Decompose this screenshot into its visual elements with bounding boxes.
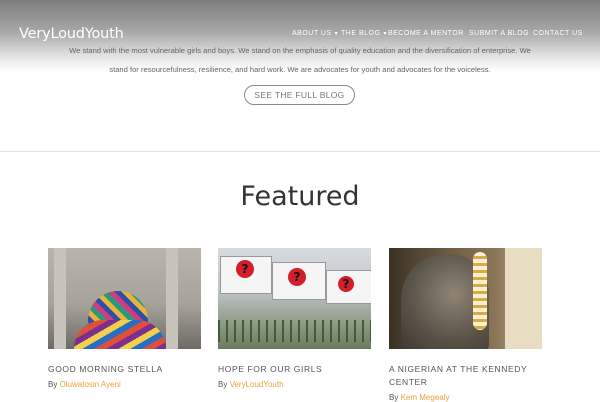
post-byline: By Oluwatosin Ayeni [48, 380, 201, 389]
featured-post-card: ? ? ? HOPE FOR OUR GIRLS By VeryLoudYout… [218, 248, 371, 389]
nav-item-label: SUBMIT A BLOG [469, 30, 530, 37]
chevron-down-icon: ▾ [334, 31, 339, 37]
chevron-down-icon: ▾ [383, 31, 387, 37]
intro-line: We stand with the most vulnerable girls … [69, 46, 531, 55]
nav-item-submit-a-blog[interactable]: SUBMIT A BLOG [469, 30, 529, 37]
post-author-link[interactable]: Oluwatosin Ayeni [60, 380, 121, 389]
post-byline: By Kem Megealy [389, 393, 542, 402]
post-thumbnail-image[interactable] [48, 248, 201, 349]
featured-heading: Featured [240, 181, 360, 212]
intro-text: We stand with the most vulnerable girls … [50, 41, 550, 79]
nav-item-the-blog[interactable]: THE BLOG ▾ [341, 30, 387, 37]
intro-line: stand for resourcefulness, resilience, a… [109, 65, 491, 74]
byline-prefix: By [389, 393, 399, 402]
question-mark-icon: ? [288, 268, 306, 286]
nav-item-label: BECOME A MENTOR [388, 30, 464, 37]
post-byline: By VeryLoudYouth [218, 380, 371, 389]
nav-item-contact-us[interactable]: CONTACT US [533, 30, 583, 37]
post-thumbnail-image[interactable] [389, 248, 542, 349]
byline-prefix: By [218, 380, 228, 389]
featured-post-card: GOOD MORNING STELLA By Oluwatosin Ayeni [48, 248, 201, 389]
post-title-link[interactable]: HOPE FOR OUR GIRLS [218, 363, 371, 376]
post-author-link[interactable]: VeryLoudYouth [230, 380, 284, 389]
post-title-link[interactable]: GOOD MORNING STELLA [48, 363, 201, 376]
nav-item-label: ABOUT US [292, 30, 332, 37]
nav-item-label: THE BLOG [341, 30, 381, 37]
question-mark-icon: ? [236, 260, 254, 278]
post-title-link[interactable]: A NIGERIAN AT THE KENNEDY CENTER [389, 363, 542, 389]
see-full-blog-button[interactable]: SEE THE FULL BLOG [244, 85, 355, 105]
nav-item-label: CONTACT US [533, 30, 583, 37]
post-author-link[interactable]: Kem Megealy [401, 393, 450, 402]
section-divider [0, 151, 600, 152]
nav-item-become-a-mentor[interactable]: BECOME A MENTOR [388, 30, 464, 37]
byline-prefix: By [48, 380, 58, 389]
nav-item-about-us[interactable]: ABOUT US ▾ [292, 30, 338, 37]
post-thumbnail-image[interactable]: ? ? ? [218, 248, 371, 349]
question-mark-icon: ? [338, 276, 354, 292]
featured-post-card: A NIGERIAN AT THE KENNEDY CENTER By Kem … [389, 248, 542, 402]
